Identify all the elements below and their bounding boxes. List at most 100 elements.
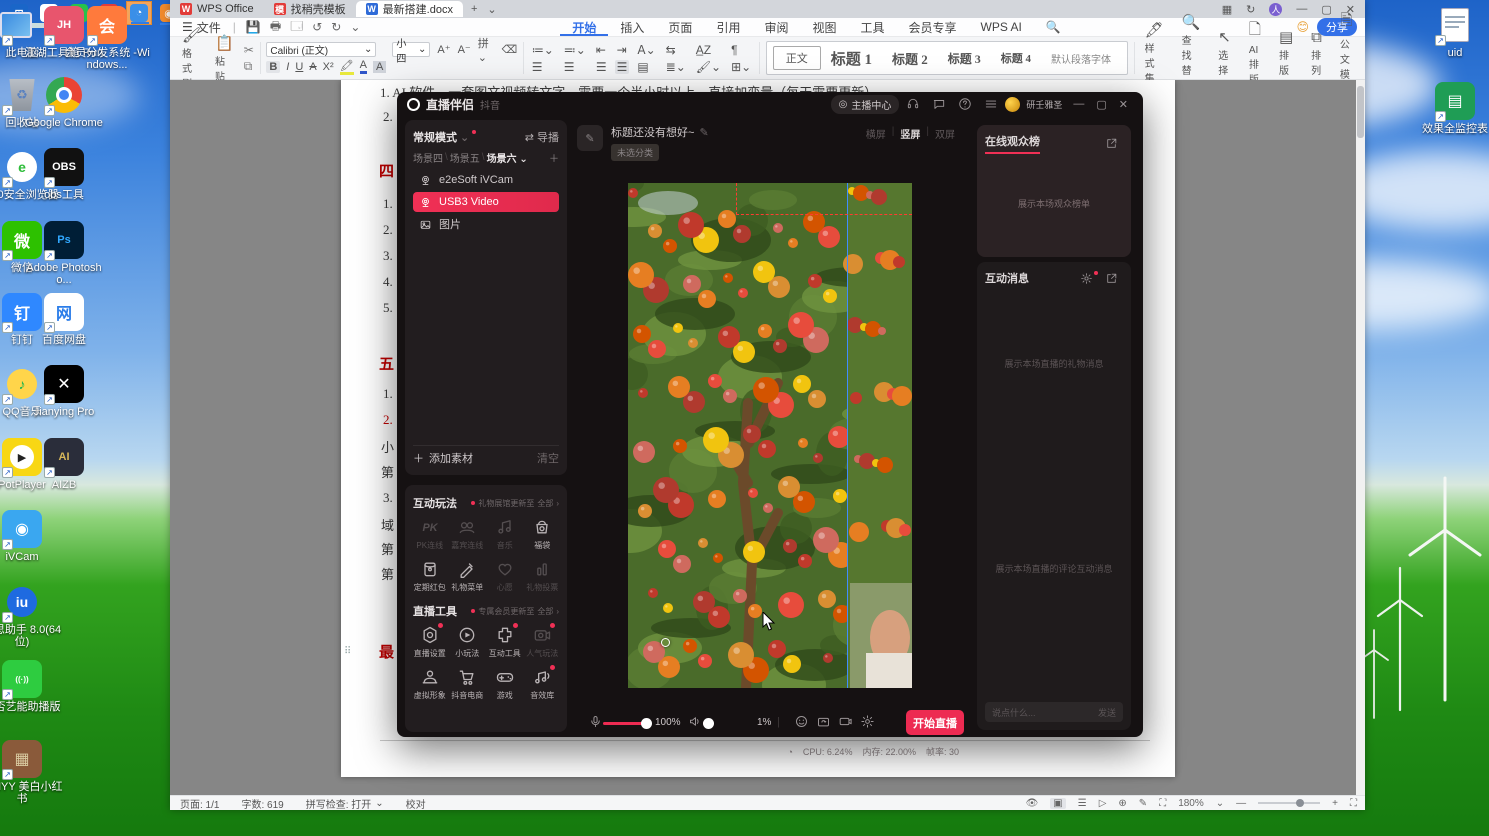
zoom-dropdown-icon[interactable]: ⌄ [1216,798,1224,809]
search-icon[interactable]: 🔍 [1034,18,1073,36]
font-color-button[interactable]: A [359,59,367,74]
bold-button[interactable]: B [266,60,281,73]
orientation-option-竖屏[interactable]: 竖屏 [894,126,926,141]
tool-item-game[interactable]: 游戏 [486,667,524,701]
crop-selection-box[interactable] [736,183,912,215]
edit-mode-icon[interactable]: ✎ [1139,798,1147,809]
desktop-icon[interactable]: ▤ ↗ 效果全监控表 [1410,82,1489,135]
strike-button[interactable]: A [309,61,316,73]
help-icon[interactable] [953,97,977,111]
tool-item-pk[interactable]: PK PK连线 [411,517,449,551]
style-normal[interactable]: 正文 [772,46,821,70]
scrollbar-thumb[interactable] [1357,86,1364,138]
ribbon-tab-插入[interactable]: 插入 [608,18,656,36]
tool-item-giftvote[interactable]: 礼物投票 [524,559,562,593]
tool-item-music[interactable]: 音乐 [486,517,524,551]
ribbon-tab-工具[interactable]: 工具 [848,18,896,36]
eye-protect-icon[interactable]: 👁 [1026,798,1039,809]
edit-cover-button[interactable]: ✎ [577,125,603,151]
clear-format-icon[interactable]: ⌫ [502,43,518,56]
style-default-font[interactable]: 默认段落字体 [1041,51,1121,66]
superscript-button[interactable]: X² [323,61,334,73]
viewers-title[interactable]: 在线观众榜 [985,133,1040,154]
style-h3[interactable]: 标题 3 [938,50,991,67]
source-row[interactable]: 图片 [413,214,559,234]
tool-item-ecommerce[interactable]: 抖音电商 [449,667,487,701]
wps-document-tab[interactable]: 模找稍壳模板 [264,1,356,17]
orientation-option-横屏[interactable]: 横屏 [860,126,892,141]
chat-input[interactable]: 说点什么... 发送 [985,702,1123,722]
copy-icon[interactable]: ⧉ [244,59,254,74]
word-count[interactable]: 字数: 619 [241,796,283,811]
play-section-more[interactable]: 礼物展馆更新至 全部 › [471,498,559,509]
undo-icon[interactable]: ↺ [312,20,322,34]
scene-tab[interactable]: 场景五 [450,150,480,165]
outline-view-icon[interactable]: ☰ [1078,798,1087,809]
director-mode-button[interactable]: ⇄ 导播 [525,129,559,145]
align-right-button[interactable]: ☰ [594,60,609,74]
tool-item-redpacket[interactable]: 定期红包 [411,559,449,593]
clear-button[interactable]: 清空 [537,450,559,466]
sort-button[interactable]: A̲Z [694,43,723,57]
style-h1[interactable]: 标题 1 [821,48,882,69]
font-select[interactable]: Calibri (正文) ⌄ [266,42,377,57]
redo-icon[interactable]: ↻ [331,20,341,34]
outdent-button[interactable]: ⇤ [594,43,609,57]
char-scale-button[interactable]: ⇆ [664,43,688,57]
tool-item-interact[interactable]: 互动工具 [486,623,524,659]
desktop-icon[interactable]: ↗ Google Chrome [19,76,109,129]
source-row[interactable]: e2eSoft iVCam [413,170,559,190]
message-icon[interactable] [927,97,951,111]
scene-tab[interactable]: 场景六 ⌄ [487,150,528,165]
numbering-button[interactable]: ≕⌄ [562,43,588,57]
save-icon[interactable]: 💾 [246,20,261,34]
message-settings-icon[interactable] [1075,270,1098,285]
desktop-icon[interactable]: ▦↗QINYY 美白小红书 [0,740,67,805]
ribbon-tab-页面[interactable]: 页面 [656,18,704,36]
indent-button[interactable]: ⇥ [615,43,630,57]
highlight-button[interactable]: 🖍 [339,59,354,75]
style-h2[interactable]: 标题 2 [882,49,938,68]
tool-item-livesettings[interactable]: 直播设置 [411,623,449,659]
ribbon-tab-引用[interactable]: 引用 [704,18,752,36]
stream-title[interactable]: 标题还没有想好~ [611,124,694,140]
cut-icon[interactable]: ✂ [244,43,254,57]
tab-list-dropdown[interactable]: ⌄ [487,3,496,16]
messages-title[interactable]: 互动消息 [985,270,1029,286]
wps-document-tab[interactable]: W 最新搭建.docx [355,1,463,17]
ribbon-tab-会员专享[interactable]: 会员专享 [897,18,969,36]
tool-item-guests[interactable]: 嘉宾连线 [449,517,487,551]
mode-select[interactable]: 常规模式 ⌄ [413,129,477,145]
bullets-button[interactable]: ≔⌄ [530,43,556,57]
underline-button[interactable]: U [295,61,303,73]
tool-item-wish[interactable]: 心愿 [486,559,524,593]
italic-button[interactable]: I [286,61,289,73]
more-dropdown-icon[interactable]: ⌄ [350,20,360,34]
minimize-icon[interactable]: — [1068,98,1089,110]
paragraph-drag-handle[interactable]: ⠿ [344,646,351,657]
phonetic-icon[interactable]: 拼⌄ [478,35,495,64]
desktop-icon[interactable]: ✕ ↗ Jianying Pro [19,365,109,418]
vertical-scrollbar[interactable] [1356,80,1365,795]
headset-icon[interactable] [901,97,925,111]
align-center-button[interactable]: ☰ [562,60,588,74]
orientation-option-双屏[interactable]: 双屏 [929,126,961,141]
grow-font-icon[interactable]: A⁺ [437,43,450,56]
ribbon-tab-WPS AI[interactable]: WPS AI [969,18,1034,36]
proofread-button[interactable]: 校对 [406,796,426,811]
maximize-icon[interactable]: ▢ [1091,98,1111,111]
tool-item-bag[interactable]: 福袋 [524,517,562,551]
tool-item-popularity[interactable]: 人气玩法 [524,623,562,659]
new-tab-button[interactable]: + [471,3,477,15]
line-spacing-button[interactable]: ≣⌄ [664,60,688,74]
preview-icon[interactable]: 🗔 [290,17,303,38]
desktop-icon[interactable]: ◉ ↗ iVCam [0,510,67,563]
paste-button[interactable]: 📋 粘贴 [211,33,238,84]
send-button[interactable]: 发送 [1098,706,1116,719]
popout-icon[interactable] [1100,272,1123,285]
menu-icon[interactable] [979,97,1003,111]
print-icon[interactable]: 🖶 [270,17,281,38]
spellcheck-status[interactable]: 拼写检查: 打开 [306,796,372,811]
source-row[interactable]: USB3 Video [413,192,559,212]
desktop-icon[interactable]: 会 ↗ 会员分发系统 -Windows... [62,6,152,71]
